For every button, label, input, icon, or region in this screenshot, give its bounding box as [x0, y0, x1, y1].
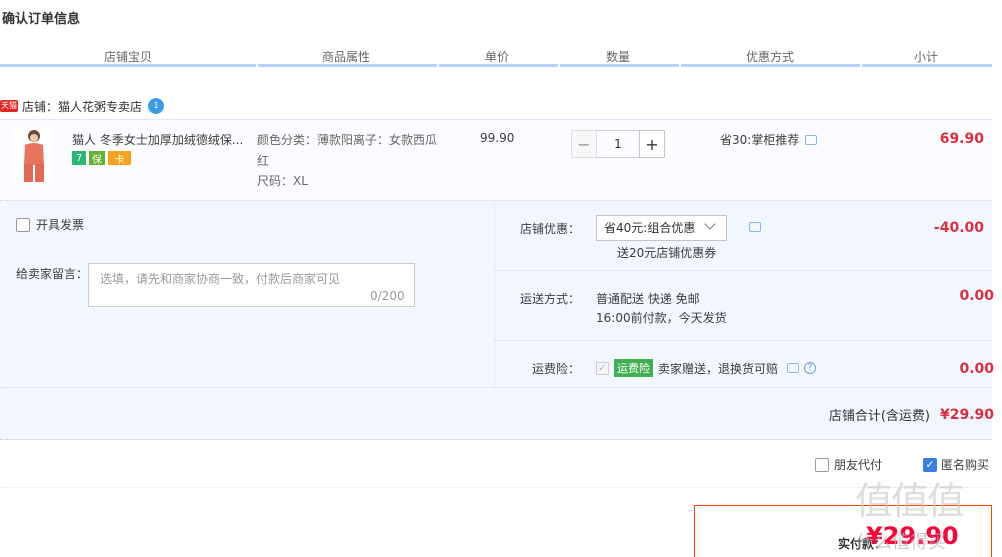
shipping-label: 运送方式：: [520, 292, 581, 306]
shop-total: 店铺合计(含运费) ¥29.90: [828, 405, 994, 425]
card-pay-icon: 卡: [108, 151, 131, 166]
col-header-subtotal: 小计: [913, 50, 938, 64]
shop-row: 天猫 店铺：猫人花粥专卖店 1: [0, 96, 165, 116]
watermark-logo: 值值值: [855, 479, 965, 523]
product-title[interactable]: 猫人 冬季女士加厚加绒德绒保...: [72, 131, 248, 148]
shop-discount-amount: -40.00: [933, 220, 984, 236]
shop-name[interactable]: 店铺：猫人花粥专卖店: [22, 98, 142, 115]
comment-icon[interactable]: [749, 222, 761, 232]
prop-size: 尺码：XL: [257, 174, 308, 188]
invoice-option[interactable]: 开具发票: [16, 216, 84, 233]
help-icon[interactable]: ?: [804, 362, 817, 374]
message-counter: 0/200: [370, 289, 405, 303]
comment-icon[interactable]: [787, 363, 800, 373]
comment-icon[interactable]: [805, 134, 818, 145]
insurance-label: 运费险：: [532, 362, 581, 376]
promo-text[interactable]: 省30:掌柜推荐: [720, 131, 799, 148]
message-label: 给卖家留言：: [16, 267, 89, 281]
col-header-qty: 数量: [605, 50, 630, 64]
prop-color-cont: 红: [257, 154, 270, 168]
qty-input[interactable]: 1: [597, 130, 639, 158]
shop-total-label: 店铺合计(含运费): [828, 409, 930, 424]
product-thumbnail[interactable]: [10, 127, 54, 183]
message-placeholder: 选填，请先和商家协商一致，付款后商家可见: [100, 272, 341, 286]
shop-total-amount: ¥29.90: [939, 406, 994, 423]
friend-pay-checkbox[interactable]: [815, 457, 829, 472]
tmall-badge: 天猫: [0, 100, 18, 112]
item-subtotal: 69.90: [939, 131, 984, 147]
coupon-note: 送20元店铺优惠券: [617, 246, 717, 260]
shipping-note: 16:00前付款，今天发货: [596, 311, 727, 325]
quantity-stepper: − 1 +: [571, 130, 665, 158]
shipping-amount: 0.00: [959, 288, 994, 304]
col-header-props: 商品属性: [321, 50, 370, 64]
insurance-option: ✓ 运费险 卖家赠送，退换货可赔 ?: [596, 359, 817, 377]
unit-price: 99.90: [480, 131, 515, 145]
qty-plus-button[interactable]: +: [639, 130, 665, 158]
insurance-checkbox: ✓: [596, 361, 609, 375]
header-divider: [0, 64, 992, 67]
col-header-promo: 优惠方式: [745, 50, 794, 64]
item-promo: 省30:掌柜推荐: [720, 131, 818, 148]
watermark-text: 什么值得买: [856, 532, 946, 553]
guarantee-icon: 保: [89, 151, 105, 166]
invoice-checkbox[interactable]: [16, 217, 30, 232]
wangwang-chat-icon[interactable]: 1: [148, 98, 165, 114]
insurance-text: 卖家赠送，退换货可赔: [658, 361, 779, 376]
qty-minus-button[interactable]: −: [571, 130, 597, 158]
col-header-item: 店铺宝贝: [103, 50, 152, 64]
insurance-tag: 运费险: [614, 359, 653, 377]
divider: [0, 487, 992, 488]
page-title: 确认订单信息: [2, 12, 81, 27]
shipping-method: 普通配送 快递 免邮: [596, 292, 700, 306]
insurance-amount: 0.00: [959, 361, 994, 377]
prop-color: 颜色分类：薄款阳离子：女款西瓜: [257, 133, 438, 147]
invoice-label: 开具发票: [36, 218, 85, 232]
service-badges: 7 保 卡: [72, 151, 131, 166]
col-header-price: 单价: [484, 50, 509, 64]
shop-discount-label: 店铺优惠：: [520, 222, 581, 236]
seven-day-return-icon: 7: [72, 151, 86, 165]
